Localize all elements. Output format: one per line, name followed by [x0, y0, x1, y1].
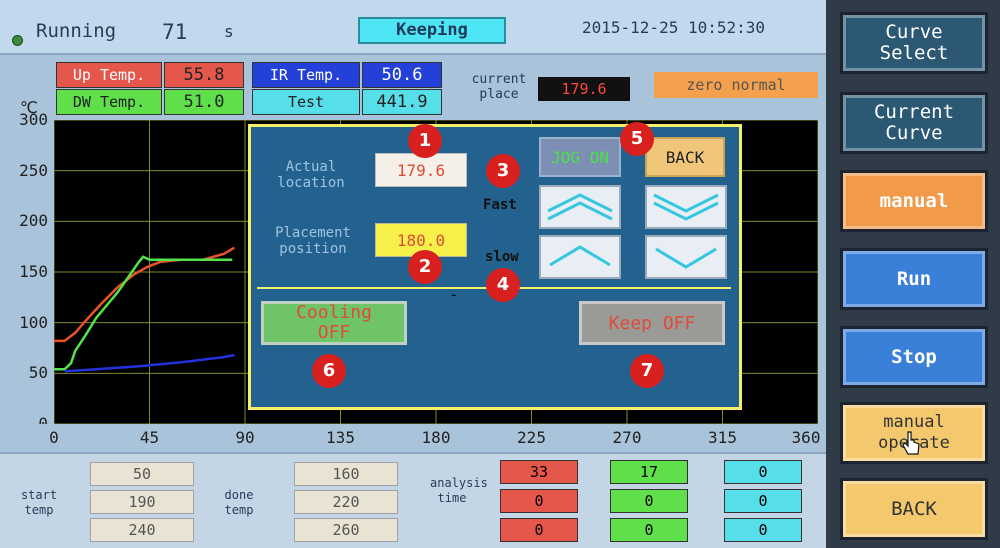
start-temp-3[interactable]: 240	[90, 518, 194, 542]
analysis-cyan-3[interactable]: 0	[724, 518, 802, 542]
current-place-label: current place	[471, 72, 527, 102]
zero-status-badge: zero normal	[654, 72, 818, 98]
callout-marker-5: 5	[620, 122, 654, 156]
x-tick-label: 360	[791, 428, 821, 447]
keep-off-button[interactable]: Keep OFF	[579, 301, 725, 345]
test-value: 441.9	[362, 89, 442, 115]
y-tick-label: 100	[19, 312, 48, 332]
analysis-red-3[interactable]: 0	[500, 518, 578, 542]
y-tick-label: 150	[19, 262, 48, 281]
up-temp-value: 55.8	[164, 62, 244, 88]
callout-marker-2: 2	[408, 250, 442, 284]
current-curve-button[interactable]: Current Curve	[840, 92, 988, 154]
test-label: Test	[252, 89, 360, 115]
side-menu: Curve Select Current Curve manual Run St…	[826, 0, 1000, 548]
x-tick-label: 225	[517, 428, 546, 447]
elapsed-time: 71	[162, 20, 188, 44]
mode-badge: Keeping	[358, 17, 506, 44]
panel-back-label: BACK	[665, 147, 705, 167]
current-curve-label: Current Curve	[873, 101, 955, 144]
back-button[interactable]: BACK	[840, 478, 988, 540]
actual-location-label: Actual location	[277, 159, 345, 191]
placement-position-label: Placement position	[275, 225, 351, 257]
stop-label: Stop	[891, 345, 937, 368]
jog-on-label: JOG ON	[551, 147, 609, 167]
callout-marker-1: 1	[408, 124, 442, 158]
dw-temp-value: 51.0	[164, 89, 244, 115]
panel-back-button[interactable]: BACK	[645, 137, 725, 177]
chevron-up-icon	[547, 193, 613, 221]
analysis-red-1[interactable]: 33	[500, 460, 578, 484]
series-line-2	[54, 255, 233, 371]
back-label: BACK	[891, 497, 937, 520]
temperature-table: start temp done temp analysis time 50 19…	[0, 452, 826, 548]
x-tick-label: 90	[235, 428, 255, 447]
status-bar: Running 71 s Keeping 2015-12-25 10:52:30	[0, 0, 826, 55]
callout-marker-3: 3	[486, 154, 520, 188]
manual-button[interactable]: manual	[840, 170, 988, 232]
curve-select-button[interactable]: Curve Select	[840, 12, 988, 74]
fast-down-button[interactable]	[645, 185, 727, 229]
hmi-screen: Running 71 s Keeping 2015-12-25 10:52:30…	[0, 0, 826, 548]
x-tick-label: 45	[139, 428, 160, 447]
chevron-down-icon	[655, 247, 717, 269]
datetime: 2015-12-25 10:52:30	[582, 18, 766, 37]
dw-temp-label: DW Temp.	[56, 89, 162, 115]
x-tick-label: 135	[326, 428, 355, 447]
manual-label: manual	[879, 189, 949, 212]
jog-on-button[interactable]: JOG ON	[539, 137, 621, 177]
fast-up-button[interactable]	[539, 185, 621, 229]
callout-marker-7: 7	[630, 354, 664, 388]
panel-dash: -	[449, 285, 459, 304]
start-temp-1[interactable]: 50	[90, 462, 194, 486]
cooling-off-label: Cooling OFF	[296, 302, 372, 343]
y-tick-label: 200	[19, 211, 48, 231]
up-temp-label: Up Temp.	[56, 62, 162, 88]
ir-temp-label: IR Temp.	[252, 62, 360, 88]
fast-label: Fast	[483, 197, 517, 213]
actual-location-value: 179.6	[375, 153, 467, 187]
slow-up-button[interactable]	[539, 235, 621, 279]
analysis-green-1[interactable]: 17	[610, 460, 688, 484]
done-temp-label: done temp	[224, 488, 254, 517]
start-temp-2[interactable]: 190	[90, 490, 194, 514]
elapsed-unit: s	[224, 22, 234, 41]
chevron-down-icon	[653, 193, 719, 221]
y-tick-label: 50	[28, 363, 48, 383]
done-temp-1[interactable]: 160	[294, 462, 398, 486]
status-text: Running	[36, 20, 117, 42]
run-label: Run	[896, 267, 932, 290]
x-tick-label: 315	[708, 428, 737, 447]
status-indicator-icon	[12, 35, 23, 46]
x-tick-label: 180	[421, 428, 451, 447]
x-tick-label: 0	[49, 428, 59, 447]
curve-select-label: Curve Select	[879, 21, 949, 64]
cooling-off-button[interactable]: Cooling OFF	[261, 301, 407, 345]
analysis-green-2[interactable]: 0	[610, 489, 688, 513]
start-temp-label: start temp	[20, 488, 58, 517]
done-temp-3[interactable]: 260	[294, 518, 398, 542]
y-tick-label: 250	[19, 160, 48, 180]
y-tick-label: 300	[19, 110, 48, 129]
chevron-up-icon	[549, 245, 611, 267]
analysis-time-label: analysis time	[430, 476, 488, 505]
slow-label: slow	[485, 249, 519, 265]
ir-temp-value: 50.6	[362, 62, 442, 88]
analysis-red-2[interactable]: 0	[500, 489, 578, 513]
series-line-1	[54, 246, 236, 343]
keep-off-label: Keep OFF	[608, 312, 696, 334]
pointer-hand-icon	[902, 430, 920, 458]
current-place-value: 179.6	[538, 77, 630, 101]
slow-down-button[interactable]	[645, 235, 727, 279]
y-tick-label: 0	[38, 414, 48, 424]
analysis-cyan-1[interactable]: 0	[724, 460, 802, 484]
x-tick-label: 270	[612, 428, 642, 447]
analysis-cyan-2[interactable]: 0	[724, 489, 802, 513]
run-button[interactable]: Run	[840, 248, 988, 310]
callout-marker-4: 4	[486, 268, 520, 302]
done-temp-2[interactable]: 220	[294, 490, 398, 514]
callout-marker-6: 6	[312, 354, 346, 388]
analysis-green-3[interactable]: 0	[610, 518, 688, 542]
stop-button[interactable]: Stop	[840, 326, 988, 388]
